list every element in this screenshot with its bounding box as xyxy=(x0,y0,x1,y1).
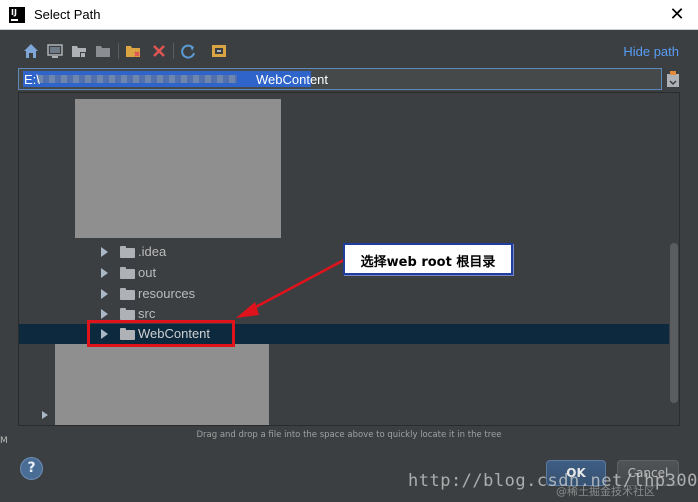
project-icon[interactable] xyxy=(70,42,88,60)
path-value: WebContent xyxy=(256,72,329,87)
redacted-area xyxy=(55,344,269,425)
select-path-dialog: IJ Select Path ✕ Hide path E:\ WebConten… xyxy=(0,0,698,502)
expand-arrow-icon[interactable] xyxy=(101,268,108,278)
tree-item-label: out xyxy=(138,265,157,280)
path-history-icon[interactable] xyxy=(666,70,680,88)
window-title: Select Path xyxy=(34,7,101,22)
desktop-icon[interactable] xyxy=(46,42,64,60)
path-drive-prefix: E:\ xyxy=(24,72,40,87)
folder-icon xyxy=(120,288,135,300)
tree-item-resources[interactable]: resources xyxy=(19,284,669,304)
expand-arrow-icon[interactable] xyxy=(42,411,48,419)
hide-path-link[interactable]: Hide path xyxy=(623,44,679,59)
folder-icon xyxy=(120,267,135,279)
toolbar: Hide path xyxy=(18,40,683,64)
tree-item-label: resources xyxy=(138,286,196,301)
annotation-callout: 选择web root 根目录 xyxy=(343,243,513,275)
folder-icon xyxy=(120,246,135,258)
expand-arrow-icon[interactable] xyxy=(101,247,108,257)
toolbar-separator xyxy=(173,43,174,59)
expand-arrow-icon[interactable] xyxy=(101,289,108,299)
tree-item-label: src xyxy=(138,306,156,321)
edge-glyph: M xyxy=(0,436,8,446)
scrollbar-thumb[interactable] xyxy=(670,243,678,403)
delete-icon[interactable] xyxy=(150,42,168,60)
tree-item-label: .idea xyxy=(138,244,167,259)
new-folder-icon[interactable] xyxy=(124,42,142,60)
title-bar: IJ Select Path ✕ xyxy=(0,0,698,30)
folder-icon xyxy=(120,308,135,320)
module-icon[interactable] xyxy=(94,42,112,60)
show-hidden-icon[interactable] xyxy=(210,42,228,60)
home-icon[interactable] xyxy=(22,42,40,60)
refresh-icon[interactable] xyxy=(179,42,197,60)
redacted-area xyxy=(75,99,281,238)
close-button[interactable]: ✕ xyxy=(664,3,690,27)
blurred-path-segment xyxy=(37,75,237,83)
vertical-scrollbar[interactable] xyxy=(669,93,679,425)
toolbar-separator xyxy=(118,43,119,59)
callout-text: 选择web root 根目录 xyxy=(360,255,496,270)
drag-drop-hint: Drag and drop a file into the space abov… xyxy=(196,430,502,440)
annotation-highlight-box xyxy=(87,320,235,347)
help-button[interactable]: ? xyxy=(20,457,43,480)
expand-arrow-icon[interactable] xyxy=(101,309,108,319)
intellij-logo-icon: IJ xyxy=(9,7,25,23)
path-input[interactable]: E:\ WebContent xyxy=(18,68,662,90)
watermark-credit: @稀土掘金技术社区 xyxy=(556,485,655,498)
